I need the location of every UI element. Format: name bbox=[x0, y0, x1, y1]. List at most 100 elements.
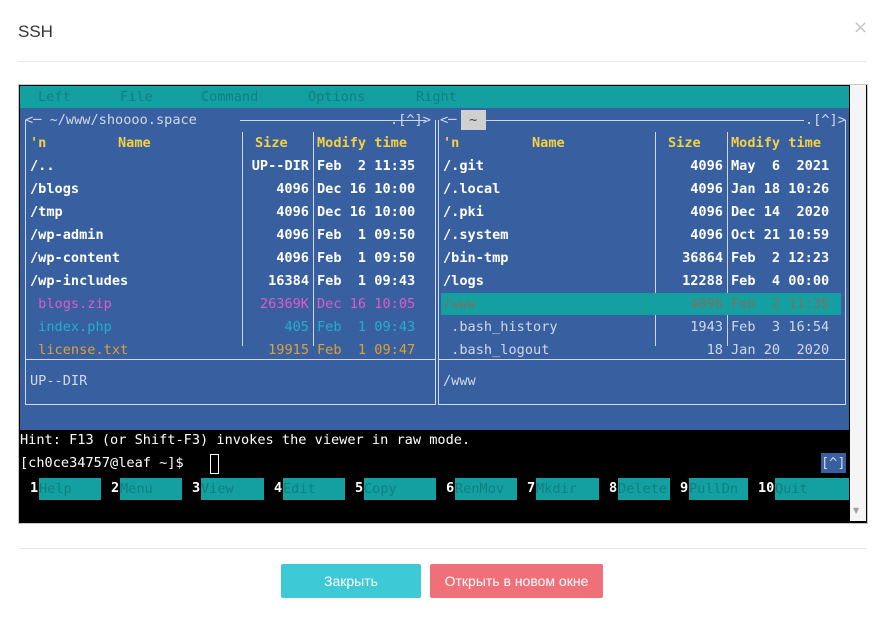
left-panel-path[interactable]: <─ ~/www/shoooo.space bbox=[25, 110, 197, 130]
file-size[interactable]: 4096 bbox=[276, 248, 309, 268]
file-name[interactable]: /.git bbox=[443, 156, 484, 176]
file-modify-time[interactable]: Jan 18 10:26 bbox=[731, 179, 829, 199]
fkey-number[interactable]: 4 bbox=[274, 480, 282, 496]
file-size[interactable]: 4096 bbox=[690, 202, 723, 222]
file-size[interactable]: 4096 bbox=[276, 225, 309, 245]
file-name[interactable]: blogs.zip bbox=[30, 294, 112, 314]
file-size[interactable]: 4096 bbox=[690, 294, 723, 314]
fkey-label[interactable]: Quit bbox=[775, 478, 849, 500]
file-modify-time[interactable]: Feb 1 09:50 bbox=[317, 225, 415, 245]
file-name[interactable]: /.pki bbox=[443, 202, 484, 222]
left-panel-corner[interactable]: .[^]> bbox=[390, 110, 431, 130]
file-modify-time[interactable]: Feb 1 09:43 bbox=[317, 317, 415, 337]
file-name[interactable]: /bin-tmp bbox=[443, 248, 508, 268]
file-size[interactable]: 4096 bbox=[276, 202, 309, 222]
scroll-down-icon[interactable]: ▼ bbox=[853, 506, 859, 515]
fkey-label[interactable]: Copy bbox=[364, 478, 436, 500]
file-size[interactable]: 1943 bbox=[690, 317, 723, 337]
fkey-label[interactable]: View bbox=[201, 478, 264, 500]
file-name[interactable]: /wp-content bbox=[30, 248, 120, 268]
file-size[interactable]: 405 bbox=[284, 317, 309, 337]
file-name[interactable]: /wp-includes bbox=[30, 271, 128, 291]
left-header-size[interactable]: Size bbox=[255, 133, 288, 153]
fkey-number[interactable]: 5 bbox=[355, 480, 363, 496]
file-size[interactable]: 4096 bbox=[276, 179, 309, 199]
file-size[interactable]: UP--DIR bbox=[252, 156, 309, 176]
fkey-label[interactable]: Menu bbox=[120, 478, 182, 500]
file-name[interactable]: .bash_history bbox=[443, 317, 557, 337]
file-size[interactable]: 4096 bbox=[690, 156, 723, 176]
file-modify-time[interactable]: Feb 1 09:47 bbox=[317, 340, 415, 360]
fkey-number[interactable]: 9 bbox=[680, 480, 688, 496]
fkey-number[interactable]: 1 bbox=[30, 480, 38, 496]
right-panel-corner[interactable]: .[^]> bbox=[805, 110, 846, 130]
file-modify-time[interactable]: Feb 2 11:35 bbox=[317, 156, 415, 176]
file-modify-time[interactable]: Feb 1 09:50 bbox=[317, 248, 415, 268]
file-size[interactable]: 16384 bbox=[268, 271, 309, 291]
file-name[interactable]: /logs bbox=[443, 271, 484, 291]
file-size[interactable]: 26369K bbox=[260, 294, 309, 314]
file-modify-time[interactable]: Feb 3 16:54 bbox=[731, 317, 829, 337]
left-header-time[interactable]: Modify time bbox=[317, 133, 407, 153]
scrollbar[interactable]: ▼ bbox=[850, 85, 866, 521]
file-modify-time[interactable]: Feb 1 09:43 bbox=[317, 271, 415, 291]
fkey-number[interactable]: 2 bbox=[111, 480, 119, 496]
midnight-commander[interactable]: Left File Command Options Right <─ ~/www… bbox=[20, 86, 849, 521]
file-modify-time[interactable]: Dec 14 2020 bbox=[731, 202, 829, 222]
prompt-corner[interactable]: [^] bbox=[821, 453, 846, 473]
fkey-label[interactable]: Edit bbox=[283, 478, 345, 500]
menu-options[interactable]: Options bbox=[308, 89, 365, 105]
fkey-number[interactable]: 10 bbox=[758, 480, 774, 496]
file-modify-time[interactable]: Jan 20 2020 bbox=[731, 340, 829, 360]
menu-left[interactable]: Left bbox=[38, 89, 71, 105]
file-modify-time[interactable]: Dec 16 10:05 bbox=[317, 294, 415, 314]
file-name[interactable]: license.txt bbox=[30, 340, 128, 360]
file-name[interactable]: /wp-admin bbox=[30, 225, 104, 245]
terminal-window[interactable]: Left File Command Options Right <─ ~/www… bbox=[18, 84, 868, 524]
right-header-size[interactable]: Size bbox=[668, 133, 701, 153]
file-name[interactable]: index.php bbox=[30, 317, 112, 337]
fkey-number[interactable]: 7 bbox=[527, 480, 535, 496]
file-modify-time[interactable]: May 6 2021 bbox=[731, 156, 829, 176]
command-area[interactable]: Hint: F13 (or Shift-F3) invokes the view… bbox=[20, 430, 849, 476]
file-modify-time[interactable]: Dec 16 10:00 bbox=[317, 179, 415, 199]
file-size[interactable]: 36864 bbox=[682, 248, 723, 268]
fkey-label[interactable]: PullDn bbox=[689, 478, 748, 500]
file-size[interactable]: 4096 bbox=[690, 225, 723, 245]
menu-right[interactable]: Right bbox=[416, 89, 457, 105]
fkey-number[interactable]: 3 bbox=[192, 480, 200, 496]
file-modify-time[interactable]: Feb 2 11:35 bbox=[731, 294, 829, 314]
close-button[interactable]: Закрыть bbox=[281, 564, 421, 598]
file-name[interactable]: /www bbox=[443, 294, 476, 314]
file-name[interactable]: /.local bbox=[443, 179, 500, 199]
file-name[interactable]: /tmp bbox=[30, 202, 63, 222]
file-size[interactable]: 12288 bbox=[682, 271, 723, 291]
file-name[interactable]: /.. bbox=[30, 156, 55, 176]
menu-file[interactable]: File bbox=[120, 89, 153, 105]
fkey-number[interactable]: 6 bbox=[446, 480, 454, 496]
close-icon[interactable]: × bbox=[853, 18, 868, 38]
fkey-label[interactable]: Mkdir bbox=[536, 478, 599, 500]
fkey-label[interactable]: RenMov bbox=[455, 478, 517, 500]
file-size[interactable]: 4096 bbox=[690, 179, 723, 199]
fkey-label[interactable]: Help bbox=[39, 478, 101, 500]
open-new-window-button[interactable]: Открыть в новом окне bbox=[430, 564, 603, 598]
file-modify-time[interactable]: Dec 16 10:00 bbox=[317, 202, 415, 222]
file-name[interactable]: /blogs bbox=[30, 179, 79, 199]
right-panel-tab[interactable]: ~ bbox=[461, 110, 486, 130]
file-size[interactable]: 18 bbox=[707, 340, 723, 360]
file-modify-time[interactable]: Feb 2 12:23 bbox=[731, 248, 829, 268]
file-modify-time[interactable]: Feb 4 00:00 bbox=[731, 271, 829, 291]
fkey-label[interactable]: Delete bbox=[618, 478, 670, 500]
command-prompt[interactable]: [ch0ce34757@leaf ~]$ bbox=[20, 453, 192, 473]
file-size[interactable]: 19915 bbox=[268, 340, 309, 360]
file-name[interactable]: /.system bbox=[443, 225, 508, 245]
file-modify-time[interactable]: Oct 21 10:59 bbox=[731, 225, 829, 245]
fkey-number[interactable]: 8 bbox=[609, 480, 617, 496]
right-header-time[interactable]: Modify time bbox=[731, 133, 821, 153]
menu-command[interactable]: Command bbox=[201, 89, 258, 105]
left-header-name[interactable]: Name bbox=[118, 133, 151, 153]
left-header-sort[interactable]: 'n bbox=[30, 133, 46, 153]
right-header-sort[interactable]: 'n bbox=[443, 133, 459, 153]
file-name[interactable]: .bash_logout bbox=[443, 340, 549, 360]
